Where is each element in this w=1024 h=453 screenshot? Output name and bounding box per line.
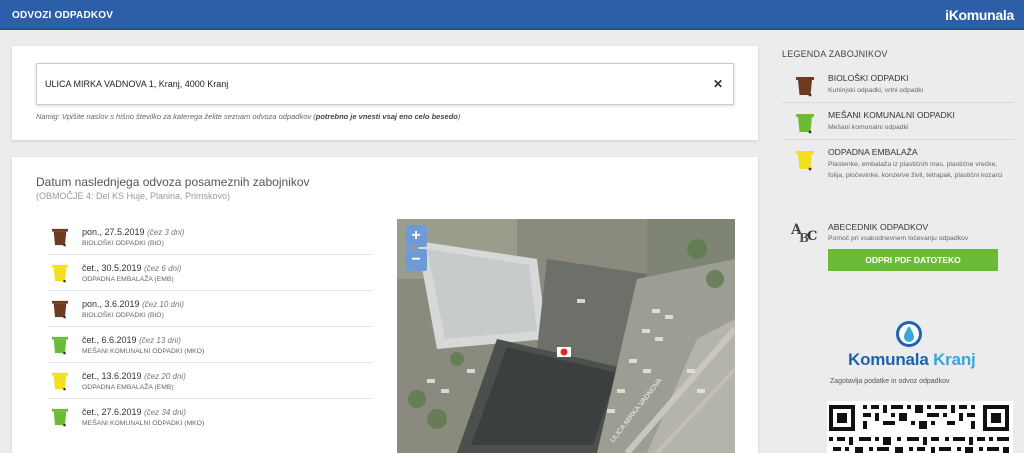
legend-item-bio: BIOLOŠKI ODPADKI Kuhinjski odpadki, vrtn… — [782, 71, 1014, 103]
pickup-relative: (čez 6 dni) — [144, 264, 182, 273]
waste-bin-icon — [51, 228, 69, 247]
schedule-area: (OBMOČJE 4: Del KS Huje, Planina, Primsk… — [36, 191, 231, 201]
map-satellite-image[interactable]: ULICA MIRKA VADNOVA — [397, 219, 735, 453]
pickup-item: čet., 6.6.2019 (čez 13 dni) MEŠANI KOMUNA… — [48, 327, 372, 363]
svg-text:C: C — [807, 229, 817, 244]
qr-code — [827, 401, 1013, 453]
legend-bio-title: BIOLOŠKI ODPADKI — [828, 73, 909, 83]
pickup-date: čet., 27.6.2019 (čez 34 dni) — [82, 407, 186, 417]
legend-item-mko: MEŠANI KOMUNALNI ODPADKI Mešani komunaln… — [782, 108, 1014, 140]
brand-logo[interactable]: iKomunala — [945, 7, 1014, 23]
pickup-list: pon., 27.5.2019 (čez 3 dni) BIOLOŠKI ODPA… — [48, 219, 372, 435]
waste-bin-icon — [51, 300, 69, 319]
clear-icon[interactable]: ✕ — [711, 76, 725, 92]
pickup-relative: (čez 34 dni) — [144, 408, 186, 417]
abecednik-desc: Pomoč pri vsakodnevnem ločevanju odpadko… — [828, 235, 969, 242]
search-box: ✕ — [36, 63, 734, 105]
pickup-item: čet., 30.5.2019 (čez 6 dni) ODPADNA EMBAL… — [48, 255, 372, 291]
komunala-kranj-logo-icon — [896, 321, 922, 347]
legend-item-emb: ODPADNA EMBALAŽA Plastenke, embalaža iz … — [782, 145, 1014, 195]
pickup-type: ODPADNA EMBALAŽA (EMB) — [82, 384, 174, 391]
legend-title: LEGENDA ZABOJNIKOV — [782, 49, 888, 59]
app-title: ODVOZI ODPADKOV — [12, 10, 114, 21]
pickup-date: čet., 30.5.2019 (čez 6 dni) — [82, 263, 182, 273]
mko-bin-icon — [796, 114, 814, 134]
abecednik-section: A B C ABECEDNIK ODPADKOV Pomoč pri vsako… — [782, 218, 1014, 278]
pickup-item: čet., 13.6.2019 (čez 20 dni) ODPADNA EMBA… — [48, 363, 372, 399]
pickup-relative: (čez 13 dni) — [139, 336, 181, 345]
legend-sidebar: LEGENDA ZABOJNIKOV BIOLOŠKI ODPADKI Kuhi… — [775, 30, 1024, 453]
pickup-type: ODPADNA EMBALAŽA (EMB) — [82, 276, 174, 283]
schedule-card: Datum naslednjega odvoza posameznih zabo… — [12, 157, 758, 453]
schedule-title: Datum naslednjega odvoza posameznih zabo… — [36, 175, 310, 189]
waste-bin-icon — [51, 372, 69, 391]
pickup-relative: (čez 3 dni) — [147, 228, 185, 237]
provider-subtitle: Zagotavlja podatke in odvoz odpadkov — [830, 378, 950, 385]
abc-icon: A B C — [790, 222, 817, 244]
pickup-item: čet., 27.6.2019 (čez 34 dni) MEŠANI KOMUN… — [48, 399, 372, 435]
address-search-input[interactable] — [45, 64, 705, 104]
bio-bin-icon — [796, 77, 814, 97]
map-zoom-out-button[interactable]: − — [405, 249, 427, 271]
abecednik-title: ABECEDNIK ODPADKOV — [828, 222, 929, 232]
map-view[interactable]: ULICA MIRKA VADNOVA + − — [397, 219, 735, 453]
waste-bin-icon — [51, 264, 69, 283]
pickup-type: MEŠANI KOMUNALNI ODPADKI (MKO) — [82, 420, 205, 427]
pickup-type: MEŠANI KOMUNALNI ODPADKI (MKO) — [82, 348, 205, 355]
emb-bin-icon — [796, 151, 814, 171]
pickup-type: BIOLOŠKI ODPADKI (BIO) — [82, 240, 164, 247]
open-pdf-button[interactable]: ODPRI PDF DATOTEKO — [828, 249, 998, 271]
pickup-date: pon., 27.5.2019 (čez 3 dni) — [82, 227, 185, 237]
pickup-date: čet., 6.6.2019 (čez 13 dni) — [82, 335, 181, 345]
waste-bin-icon — [51, 408, 69, 427]
legend-mko-title: MEŠANI KOMUNALNI ODPADKI — [828, 110, 955, 120]
pickup-item: pon., 3.6.2019 (čez 10 dni) BIOLOŠKI ODPA… — [48, 291, 372, 327]
pickup-date: čet., 13.6.2019 (čez 20 dni) — [82, 371, 186, 381]
waste-bin-icon — [51, 336, 69, 355]
search-card: ✕ Namig: Vpišite naslov s hišno številko… — [12, 46, 758, 140]
pickup-type: BIOLOŠKI ODPADKI (BIO) — [82, 312, 164, 319]
legend-emb-title: ODPADNA EMBALAŽA — [828, 147, 918, 157]
pickup-relative: (čez 20 dni) — [144, 372, 186, 381]
pickup-item: pon., 27.5.2019 (čez 3 dni) BIOLOŠKI ODPA… — [48, 219, 372, 255]
top-bar: ODVOZI ODPADKOV iKomunala — [0, 0, 1024, 30]
legend-mko-desc: Mešani komunalni odpadki — [828, 124, 909, 131]
provider-name: Komunala Kranj — [848, 350, 976, 369]
legend-emb-desc: Plastenke, embalaža iz plastičnih mas, p… — [828, 161, 1003, 179]
search-hint: Namig: Vpišite naslov s hišno številko z… — [36, 112, 461, 121]
pickup-date: pon., 3.6.2019 (čez 10 dni) — [82, 299, 184, 309]
legend-bio-desc: Kuhinjski odpadki, vrtni odpadki — [828, 87, 924, 94]
map-zoom-in-button[interactable]: + — [405, 225, 427, 247]
pickup-relative: (čez 10 dni) — [142, 300, 184, 309]
